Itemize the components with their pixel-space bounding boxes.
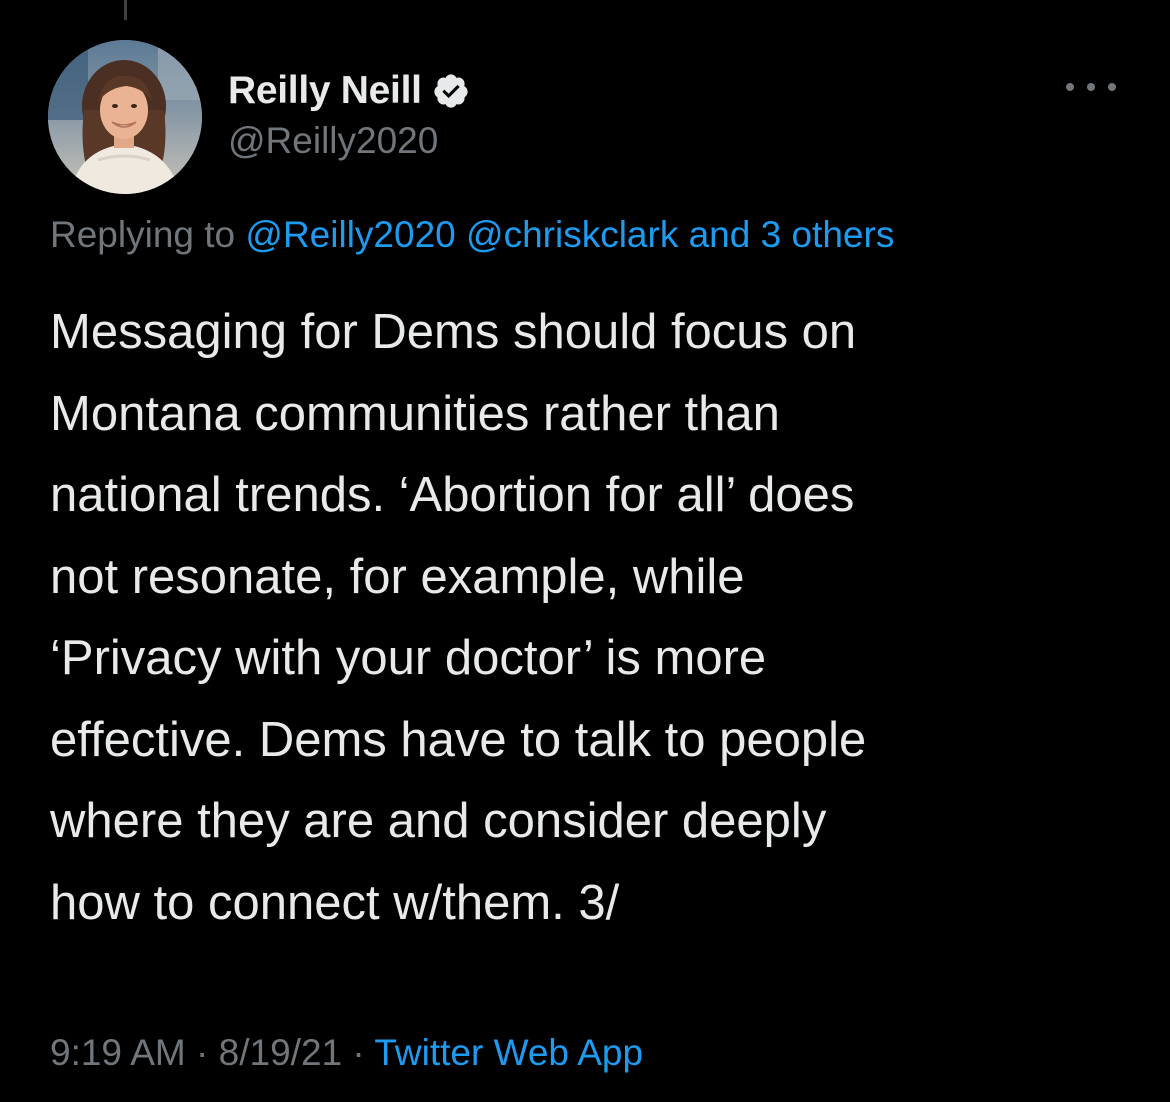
- meta-separator: ·: [196, 1032, 209, 1073]
- mention-link-chriskclark[interactable]: @chriskclark: [466, 214, 678, 255]
- more-dot: [1066, 83, 1074, 91]
- tweet-metadata: 9:19 AM · 8/19/21 · Twitter Web App: [50, 1032, 643, 1074]
- author-name-row[interactable]: Reilly Neill: [228, 66, 470, 116]
- tweet-date[interactable]: 8/19/21: [219, 1032, 342, 1073]
- more-dot: [1108, 83, 1116, 91]
- author-display-name[interactable]: Reilly Neill: [228, 69, 422, 113]
- avatar-photo-icon: [48, 40, 202, 194]
- replying-to-label: Replying to: [50, 214, 236, 255]
- author-handle[interactable]: @Reilly2020: [228, 120, 438, 162]
- author-avatar[interactable]: [48, 40, 202, 194]
- thread-connector-line: [124, 0, 127, 20]
- meta-separator: ·: [352, 1032, 365, 1073]
- tweet-source-link[interactable]: Twitter Web App: [374, 1032, 643, 1073]
- mention-link-reilly2020[interactable]: @Reilly2020: [245, 214, 455, 255]
- others-link[interactable]: and 3 others: [689, 214, 895, 255]
- more-options-icon[interactable]: [1066, 72, 1116, 102]
- replying-to-context: Replying to @Reilly2020 @chriskclark and…: [50, 214, 894, 256]
- tweet-body-text: Messaging for Dems should focus on Monta…: [50, 305, 867, 930]
- verified-badge-icon: [432, 72, 470, 110]
- tweet-time[interactable]: 9:19 AM: [50, 1032, 186, 1073]
- more-dot: [1087, 83, 1095, 91]
